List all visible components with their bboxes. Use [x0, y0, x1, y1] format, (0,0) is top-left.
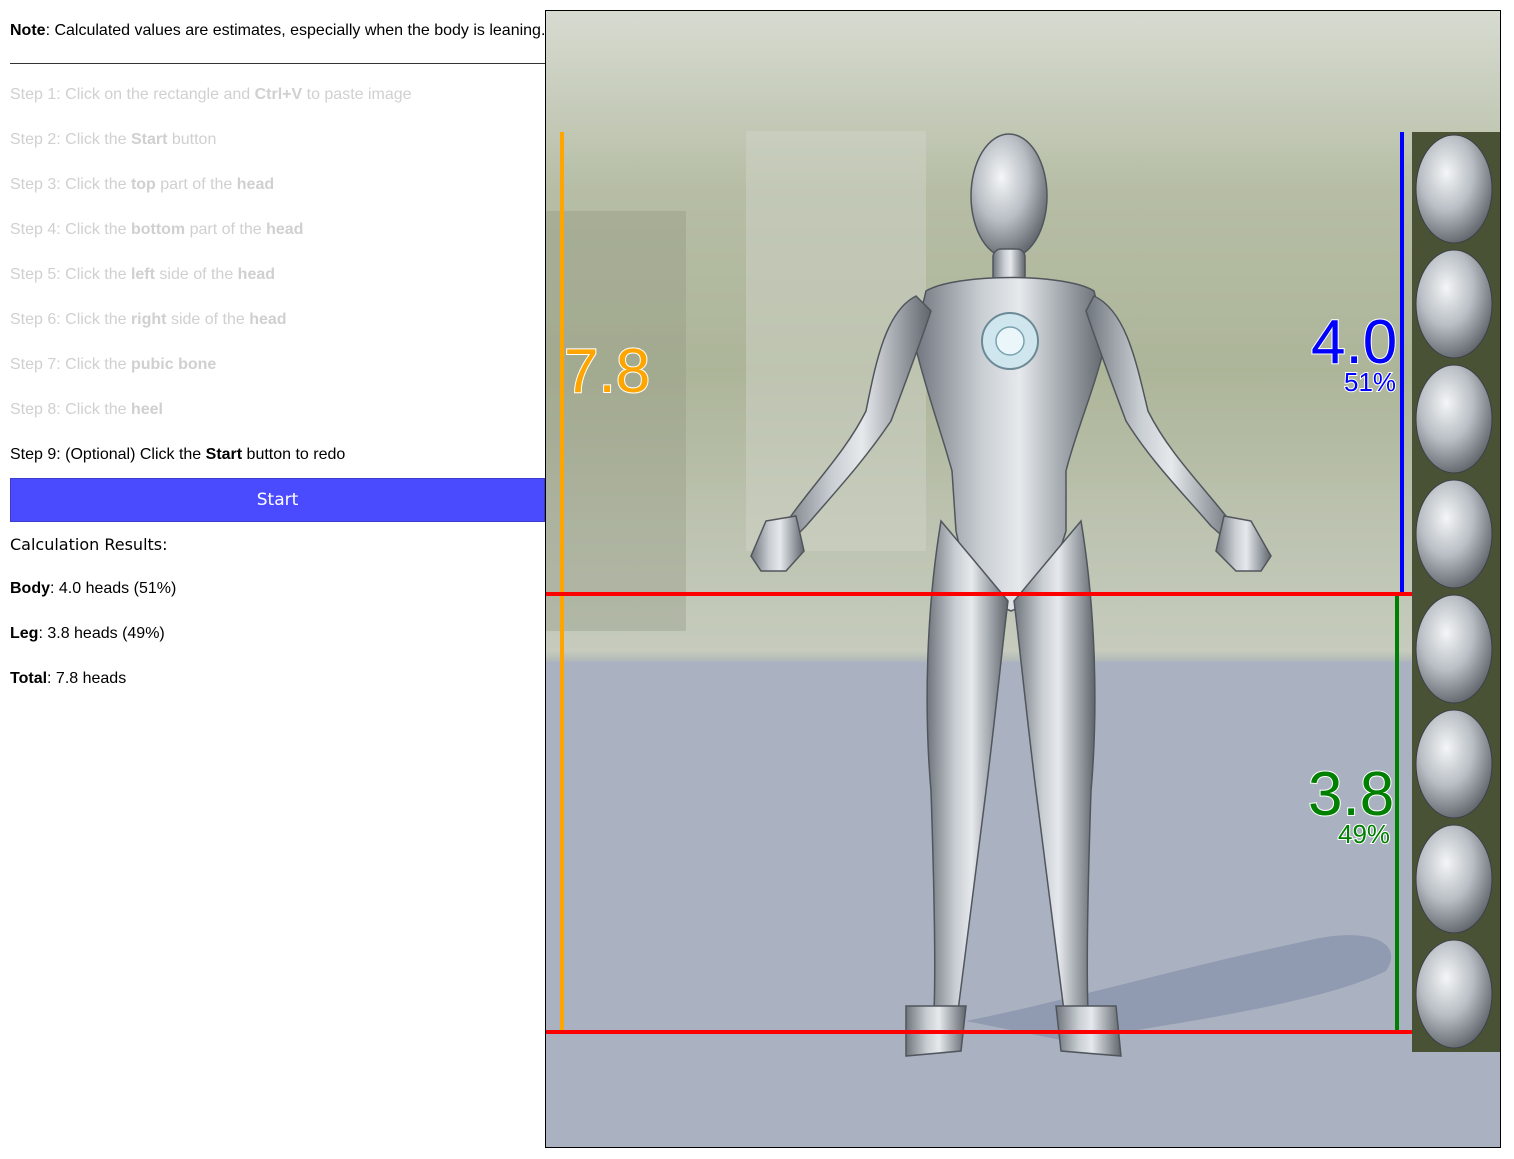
step-9: Step 9: (Optional) Click the Start butto…: [10, 446, 346, 463]
image-canvas[interactable]: 7.8 4.0 51% 3.8 49%: [545, 10, 1501, 1148]
divider: [10, 63, 545, 64]
step-6: Step 6: Click the right side of the head: [10, 311, 287, 328]
note: Note: Calculated values are estimates, e…: [10, 22, 545, 40]
step-5: Step 5: Click the left side of the head: [10, 266, 276, 283]
start-button[interactable]: Start: [10, 478, 545, 522]
result-body: Body: 4.0 heads (51%): [10, 580, 177, 597]
note-label: Note: [10, 22, 46, 39]
note-text: : Calculated values are estimates, espec…: [45, 22, 546, 39]
result-total: Total: 7.8 heads: [10, 670, 127, 687]
step-4: Step 4: Click the bottom part of the hea…: [10, 221, 304, 238]
head-thumbnails: [1412, 132, 1500, 1052]
figure-image: [546, 11, 1500, 1147]
body-percent-label: 51%: [1343, 366, 1397, 398]
results-title: Calculation Results:: [10, 535, 168, 554]
step-3: Step 3: Click the top part of the head: [10, 176, 275, 193]
step-2: Step 2: Click the Start button: [10, 131, 217, 148]
result-leg: Leg: 3.8 heads (49%): [10, 625, 165, 642]
step-7: Step 7: Click the pubic bone: [10, 356, 217, 373]
step-1: Step 1: Click on the rectangle and Ctrl+…: [10, 86, 412, 103]
total-heads-label: 7.8: [563, 336, 651, 407]
step-8: Step 8: Click the heel: [10, 401, 163, 418]
leg-percent-label: 49%: [1337, 818, 1391, 850]
